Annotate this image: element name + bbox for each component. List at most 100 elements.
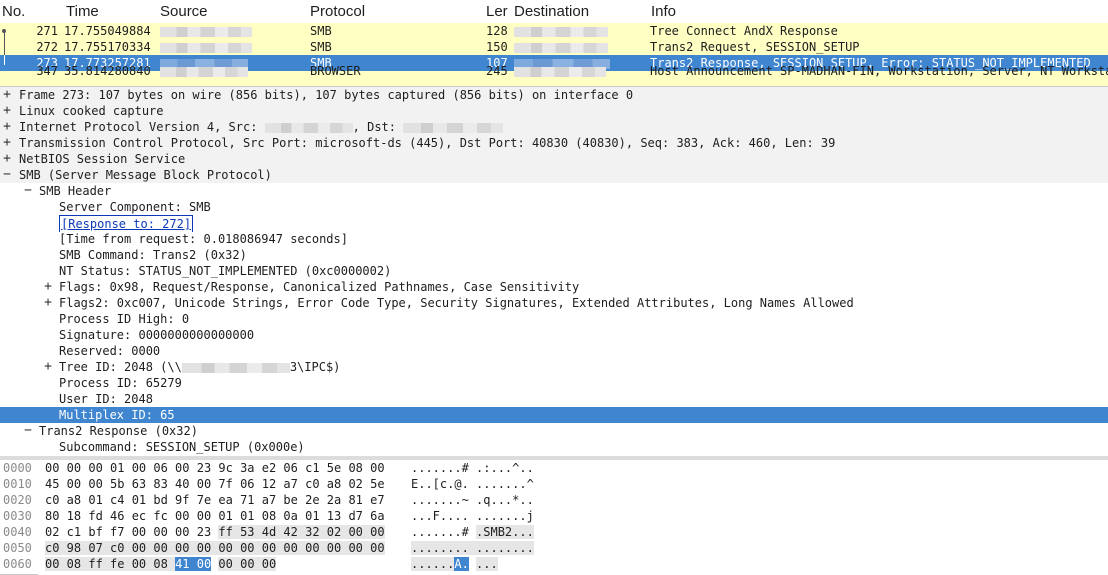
hex-ascii-selected: A. xyxy=(454,557,469,571)
packet-no: 271 xyxy=(36,24,58,38)
packet-details-tree[interactable]: + Frame 273: 107 bytes on wire (856 bits… xyxy=(0,87,1108,456)
column-no[interactable]: No. xyxy=(2,3,25,20)
tree-item-process-id[interactable]: Process ID: 65279 xyxy=(0,375,1108,391)
column-length[interactable]: Ler xyxy=(486,3,508,20)
hex-bytes-group: 00 00 00 01 00 06 00 23 xyxy=(45,461,212,475)
tree-item-smb[interactable]: − SMB (Server Message Block Protocol) xyxy=(0,167,1108,183)
expand-icon[interactable]: + xyxy=(1,151,13,167)
tree-item-label: Signature: 0000000000000000 xyxy=(59,328,255,342)
hex-bytes-group-highlight: 00 08 ff fe 00 08 xyxy=(45,557,168,571)
tree-id-host-redacted xyxy=(181,362,290,373)
tree-item-label: NT Status: STATUS_NOT_IMPLEMENTED (0xc00… xyxy=(59,264,392,278)
collapse-icon[interactable]: − xyxy=(1,167,13,183)
hex-bytes-group-highlight: c0 98 07 c0 00 00 00 00 xyxy=(45,541,212,555)
hex-bytes-group: 01 01 08 0a 01 13 d7 6a xyxy=(218,509,385,523)
column-destination[interactable]: Destination xyxy=(514,3,589,20)
hex-bytes[interactable]: 00 08 ff fe 00 08 41 00 00 00 00 xyxy=(45,556,277,572)
tree-item-flags[interactable]: + Flags: 0x98, Request/Response, Canonic… xyxy=(0,279,1108,295)
packet-source-redacted xyxy=(160,63,248,79)
tree-item-tcp[interactable]: + Transmission Control Protocol, Src Por… xyxy=(0,135,1108,151)
hex-ascii[interactable]: E..[c.@. .......^ xyxy=(411,476,534,492)
hex-bytes[interactable]: 00 00 00 01 00 06 00 23 9c 3a e2 06 c1 5… xyxy=(45,460,385,476)
tree-item-linux-cooked[interactable]: + Linux cooked capture xyxy=(0,103,1108,119)
hex-ascii-group-highlight: .SMB2... xyxy=(476,525,534,539)
tree-item-ipv4[interactable]: + Internet Protocol Version 4, Src: , Ds… xyxy=(0,119,1108,135)
collapse-icon[interactable]: − xyxy=(22,183,34,199)
tree-item-process-id-high[interactable]: Process ID High: 0 xyxy=(0,311,1108,327)
hex-ascii-group: .......# xyxy=(411,525,469,539)
hex-ascii[interactable]: ......A. ... xyxy=(411,556,498,572)
hex-bytes-group: c0 a8 01 c4 01 bd 9f 7e xyxy=(45,493,212,507)
packet-no: 347 xyxy=(36,64,58,78)
tree-item-label: Multiplex ID: 65 xyxy=(59,408,175,422)
packet-length: 150 xyxy=(486,40,508,54)
hex-bytes[interactable]: 45 00 00 5b 63 83 40 00 7f 06 12 a7 c0 a… xyxy=(45,476,385,492)
packet-destination-redacted xyxy=(514,63,606,79)
tree-item-trans2-response[interactable]: − Trans2 Response (0x32) xyxy=(0,423,1108,439)
tree-item-netbios[interactable]: + NetBIOS Session Service xyxy=(0,151,1108,167)
tree-item-nt-status[interactable]: NT Status: STATUS_NOT_IMPLEMENTED (0xc00… xyxy=(0,263,1108,279)
collapse-icon[interactable]: − xyxy=(22,423,34,439)
response-to-link[interactable]: [Response to: 272] xyxy=(59,215,194,232)
tree-item-user-id[interactable]: User ID: 2048 xyxy=(0,391,1108,407)
packet-length: 245 xyxy=(486,64,508,78)
packet-bytes-pane[interactable]: 0000 00 00 00 01 00 06 00 23 9c 3a e2 06… xyxy=(0,460,1108,575)
tree-item-signature[interactable]: Signature: 0000000000000000 xyxy=(0,327,1108,343)
column-info[interactable]: Info xyxy=(651,3,676,20)
hex-bytes-group: ea 71 a7 be 2e 2a 81 e7 xyxy=(218,493,385,507)
hex-ascii[interactable]: ...F.... .......j xyxy=(411,508,534,524)
tree-id-suffix: 3\IPC$) xyxy=(289,360,341,374)
column-time[interactable]: Time xyxy=(66,3,99,20)
expand-icon[interactable]: + xyxy=(1,103,13,119)
packet-time: 17.755170334 xyxy=(64,40,151,54)
hex-ascii[interactable]: ........ ........ xyxy=(411,540,534,556)
tree-item-reserved[interactable]: Reserved: 0000 xyxy=(0,343,1108,359)
hex-ascii-group: .......^ xyxy=(476,477,534,491)
packet-destination-redacted xyxy=(514,23,608,39)
packet-row[interactable]: 272 17.755170334 SMB 150 Trans2 Request,… xyxy=(0,39,1108,55)
packet-row[interactable]: 347 35.814280840 BROWSER 245 Host Announ… xyxy=(0,64,1108,86)
hex-bytes-group-highlight: ff 53 4d 42 32 02 00 00 xyxy=(218,525,385,539)
tree-item-time-from-request[interactable]: [Time from request: 0.018086947 seconds] xyxy=(0,231,1108,247)
hex-bytes[interactable]: 80 18 fd 46 ec fc 00 00 01 01 08 0a 01 1… xyxy=(45,508,385,524)
tree-item-flags2[interactable]: + Flags2: 0xc007, Unicode Strings, Error… xyxy=(0,295,1108,311)
hex-bytes[interactable]: c0 98 07 c0 00 00 00 00 00 00 00 00 00 0… xyxy=(45,540,385,556)
packet-info: Tree Connect AndX Response xyxy=(650,24,838,38)
column-protocol[interactable]: Protocol xyxy=(310,3,365,20)
hex-bytes[interactable]: 02 c1 bf f7 00 00 00 23 ff 53 4d 42 32 0… xyxy=(45,524,385,540)
tree-item-frame[interactable]: + Frame 273: 107 bytes on wire (856 bits… xyxy=(0,87,1108,103)
hex-ascii-group: .:...^.. xyxy=(476,461,534,475)
tree-item-label: Server Component: SMB xyxy=(59,200,211,214)
hex-ascii-group: .......# xyxy=(411,461,469,475)
expand-icon[interactable]: + xyxy=(42,359,54,375)
tree-item-server-component[interactable]: Server Component: SMB xyxy=(0,199,1108,215)
hex-ascii[interactable]: .......# .:...^.. xyxy=(411,460,534,476)
hex-ascii[interactable]: .......# .SMB2... xyxy=(411,524,534,540)
hex-bytes-group-highlight: 00 00 00 xyxy=(218,557,277,571)
expand-icon[interactable]: + xyxy=(1,119,13,135)
tree-item-label: Transmission Control Protocol, Src Port:… xyxy=(19,136,836,150)
packet-row[interactable]: 271 17.755049884 SMB 128 Tree Connect An… xyxy=(0,23,1108,39)
tree-item-label: Frame 273: 107 bytes on wire (856 bits),… xyxy=(19,88,634,102)
hex-bytes-group: 45 00 00 5b 63 83 40 00 xyxy=(45,477,212,491)
packet-list[interactable]: No. Time Source Protocol Ler Destination… xyxy=(0,0,1108,86)
tree-item-label: Process ID High: 0 xyxy=(59,312,190,326)
tree-item-response-to[interactable]: [Response to: 272] xyxy=(0,215,1108,232)
expand-icon[interactable]: + xyxy=(1,87,13,103)
expand-icon[interactable]: + xyxy=(1,135,13,151)
hex-bytes[interactable]: c0 a8 01 c4 01 bd 9f 7e ea 71 a7 be 2e 2… xyxy=(45,492,385,508)
tree-item-tree-id[interactable]: + Tree ID: 2048 (\\ 3\IPC$) xyxy=(0,359,1108,375)
hex-ascii[interactable]: .......~ .q...*.. xyxy=(411,492,534,508)
tree-item-smb-command[interactable]: SMB Command: Trans2 (0x32) xyxy=(0,247,1108,263)
tree-item-subcommand[interactable]: Subcommand: SESSION_SETUP (0x000e) xyxy=(0,439,1108,455)
column-source[interactable]: Source xyxy=(160,3,208,20)
hex-ascii-group: .......j xyxy=(476,509,534,523)
tree-id-prefix: Tree ID: 2048 (\\ xyxy=(59,360,182,374)
expand-icon[interactable]: + xyxy=(42,295,54,311)
expand-icon[interactable]: + xyxy=(42,279,54,295)
tree-item-label: Reserved: 0000 xyxy=(59,344,161,358)
tree-item-label: Flags2: 0xc007, Unicode Strings, Error C… xyxy=(59,296,854,310)
tree-item-label: Tree ID: 2048 (\\ 3\IPC$) xyxy=(59,359,340,375)
tree-item-multiplex-id-selected[interactable]: Multiplex ID: 65 xyxy=(0,407,1108,423)
tree-item-smb-header[interactable]: − SMB Header xyxy=(0,183,1108,199)
